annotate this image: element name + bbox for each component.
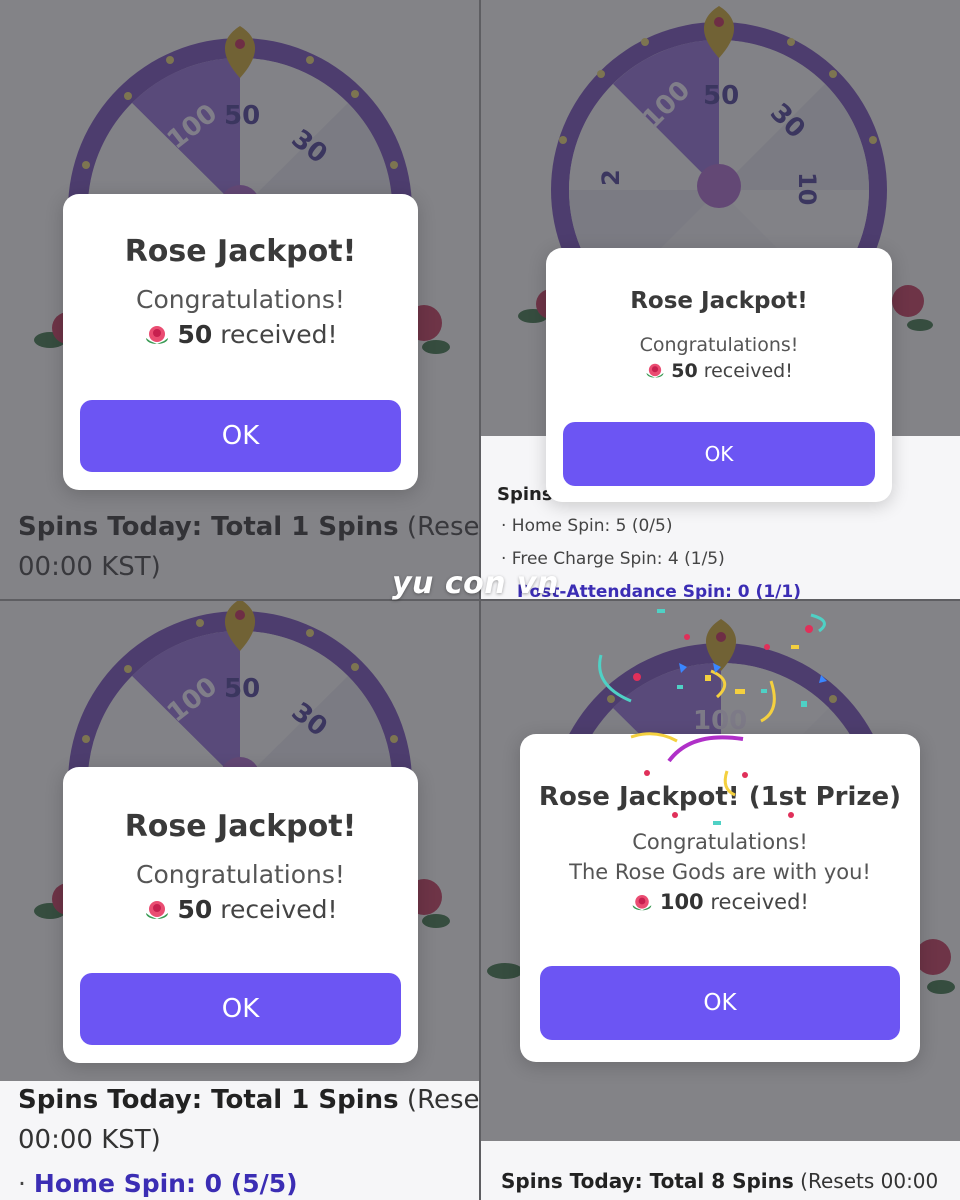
modal-congrats-text: Congratulations! [136, 860, 345, 889]
modal-title: Rose Jackpot! [124, 234, 357, 269]
watermark-text: yu con vn [392, 566, 559, 601]
modal-congrats-text: Congratulations! [639, 334, 799, 356]
spins-today-text: Spins [497, 484, 553, 505]
jackpot-modal: Rose Jackpot! Congratulations! 50 receiv… [63, 767, 418, 1063]
modal-title: Rose Jackpot! [630, 288, 808, 314]
wheel-label-50: 50 [224, 674, 260, 704]
panel-bottom-right: 100 Spins Today: Total 8 Spins (Resets 0… [481, 601, 960, 1200]
modal-amount-line: 50 received! [546, 360, 892, 382]
jackpot-modal: Rose Jackpot! Congratulations! 50 receiv… [546, 248, 892, 502]
modal-amount-value: 50 [177, 895, 213, 924]
ok-button[interactable]: OK [80, 400, 401, 472]
post-attendance-spin-text: Post-Attendance Spin: 0 (1/1) [517, 582, 801, 599]
wheel-label-10: 10 [793, 172, 821, 205]
spins-resets-line2: 00:00 KST) [18, 552, 161, 582]
home-spin-bullet: · [18, 1169, 34, 1198]
jackpot-modal: Rose Jackpot! (1st Prize) Congratulation… [520, 734, 920, 1062]
spins-today-text: Spins Today: Total 8 Spins (Resets 00:00 [501, 1169, 938, 1193]
screenshot-collage: 100 50 30 Spins Today: Total 1 Spins (Re… [0, 0, 960, 1200]
spins-today-bold: Spins Today: Total 1 Spins [18, 512, 399, 542]
panel-bottom-left: 100 50 30 Spins Today: Total 1 Spins (Re… [0, 601, 479, 1200]
ok-button[interactable]: OK [540, 966, 900, 1040]
modal-amount-line: 50 received! [63, 895, 418, 924]
modal-rose-gods-text: The Rose Gods are with you! [569, 860, 871, 884]
spins-today-text: Spins Today: Total 1 Spins (Resets [18, 1085, 479, 1115]
modal-amount-value: 50 [671, 360, 698, 382]
jackpot-modal: Rose Jackpot! Congratulations! 50 receiv… [63, 194, 418, 490]
modal-congrats-text: Congratulations! [632, 830, 808, 854]
rose-icon [646, 363, 664, 378]
modal-amount-suffix: received! [697, 360, 793, 382]
rose-icon [145, 901, 168, 919]
modal-amount-value: 100 [659, 890, 704, 914]
rose-icon [632, 894, 652, 910]
wheel-label-100: 100 [693, 706, 747, 736]
rose-decoration-icon [892, 285, 933, 331]
modal-amount-line: 100 received! [520, 890, 920, 914]
modal-amount-suffix: received! [212, 895, 338, 924]
modal-congrats-text: Congratulations! [136, 285, 345, 314]
wheel-label-50: 50 [224, 101, 260, 131]
spins-resets-text: (Resets [406, 1085, 479, 1115]
modal-amount-line: 50 received! [63, 320, 418, 349]
modal-title: Rose Jackpot! (1st Prize) [538, 782, 902, 812]
modal-title: Rose Jackpot! [124, 809, 357, 844]
home-spin-text: Home Spin: 0 (5/5) [33, 1169, 298, 1198]
ok-button[interactable]: OK [80, 973, 401, 1045]
modal-amount-value: 50 [177, 320, 213, 349]
spins-resets-text: (Resets 00:00 [793, 1169, 939, 1193]
modal-amount-suffix: received! [212, 320, 338, 349]
wheel-label-2: 2 [597, 169, 625, 186]
spins-today-text: Spins Today: Total 1 Spins (Resets [18, 512, 479, 542]
ok-button[interactable]: OK [563, 422, 875, 486]
modal-amount-suffix: received! [703, 890, 809, 914]
panel-top-right: 100 50 30 2 10 Spins · Home Spin: 5 (0/5… [481, 0, 960, 599]
panel-top-left: 100 50 30 Spins Today: Total 1 Spins (Re… [0, 0, 479, 599]
spins-today-bold: Spins Today: Total 8 Spins [501, 1169, 794, 1193]
rose-icon [145, 326, 168, 344]
spins-today-bold: Spins Today: Total 1 Spins [18, 1085, 399, 1115]
wheel-label-50: 50 [703, 81, 739, 111]
home-spin-text: · Home Spin: 5 (0/5) [501, 516, 673, 536]
spin-wheel: 100 50 30 2 10 [551, 6, 887, 290]
spins-resets-line2: 00:00 KST) [18, 1125, 161, 1155]
home-spin-row: · Home Spin: 0 (5/5) [18, 1169, 298, 1198]
spins-resets-text: (Resets [406, 512, 479, 542]
